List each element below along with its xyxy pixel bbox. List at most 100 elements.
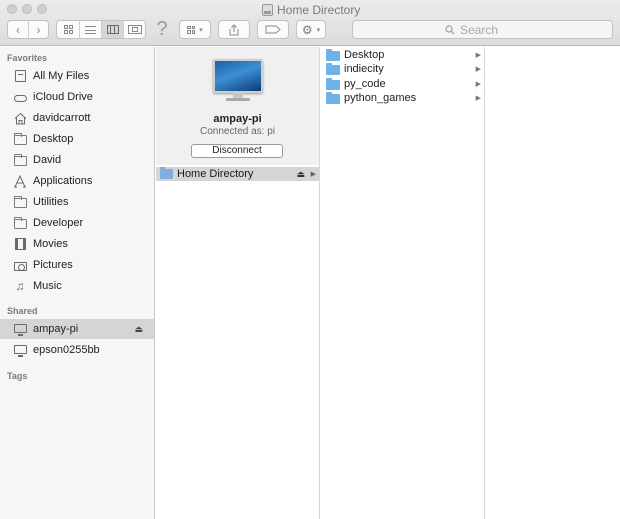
search-input[interactable] [460,22,520,37]
back-button[interactable]: ‹ [8,21,28,38]
sidebar-item-label: davidcarrott [33,112,91,124]
arrange-button[interactable]: ▾ [179,20,211,39]
window-title-text: Home Directory [277,3,361,17]
sidebar-item-label: Pictures [33,259,73,271]
eject-icon[interactable]: ⏏ [296,169,305,180]
sidebar-item-label: Movies [33,238,68,250]
home-icon [13,112,27,125]
network-drive-icon [262,4,273,16]
sidebar-item-label: Utilities [33,196,69,208]
folder-icon [326,62,340,75]
list-item[interactable]: python_games ▶ [321,91,484,105]
share-icon [229,23,239,35]
music-note-icon: ♫ [15,279,25,293]
folder-label: py_code [344,78,386,90]
home-folder-icon [160,167,173,179]
sidebar-item-epson0255bb[interactable]: epson0255bb [0,340,154,360]
sidebar-item-label: Desktop [33,133,74,145]
sidebar-item-pictures[interactable]: Pictures [0,255,154,275]
cover-flow-button[interactable] [123,21,145,38]
sidebar-item-label: Applications [33,175,93,187]
sidebar-item-label: David [33,154,62,166]
disclosure-arrow-icon: ▶ [475,52,481,59]
folder-icon [326,77,340,90]
search-icon [445,24,455,34]
sidebar-item-david[interactable]: David [0,150,154,170]
search-field[interactable] [352,20,613,39]
folder-icon [13,217,27,230]
tag-icon [265,25,281,34]
list-view-button[interactable] [79,21,101,38]
view-mode-group [56,20,146,39]
folder-label: Desktop [344,49,385,61]
list-item[interactable]: indiecity ▶ [321,62,484,76]
connection-status: Connected as: pi [199,126,276,137]
title-bar: Home Directory ‹ › ? ▾ ⚙ ▾ Search [0,0,620,46]
disclosure-arrow-icon: ▶ [475,81,481,88]
tags-header: Tags [7,371,28,381]
icon-grid-icon [63,25,73,34]
sidebar-item-label: All My Files [33,70,90,82]
share-row-home-directory[interactable]: Home Directory ⏏ ▶ [156,167,319,181]
chevron-down-icon: ▾ [316,26,321,34]
gear-icon: ⚙ [301,22,313,37]
list-item[interactable]: py_code ▶ [321,77,484,91]
disconnect-button[interactable]: Disconnect [191,144,283,158]
chevron-left-icon: ‹ [16,22,20,37]
sidebar-item-label: Developer [33,217,84,229]
folder-label: indiecity [344,63,384,75]
close-window-button[interactable] [7,4,17,14]
share-button[interactable] [218,20,250,39]
arrange-grid-icon [187,25,196,34]
empty-column [486,47,620,519]
all-files-icon [13,70,27,83]
monitor-icon [13,344,27,357]
sidebar-item-utilities[interactable]: Utilities [0,192,154,212]
eject-icon[interactable]: ⏏ [134,324,143,335]
server-info-panel: ampay-pi Connected as: pi Disconnect [156,47,319,165]
sidebar: Favorites All My Files iCloud Drive davi… [0,47,155,519]
applications-icon [13,174,27,188]
folder-icon [326,48,340,61]
sidebar-item-music[interactable]: ♫ Music [0,276,154,296]
folder-icon [13,154,27,167]
action-menu-button[interactable]: ⚙ ▾ [296,20,326,39]
forward-button[interactable]: › [28,21,48,38]
shared-header: Shared [7,306,38,316]
folder-column: Desktop ▶ indiecity ▶ py_code ▶ python_g… [321,47,485,519]
sidebar-item-label: iCloud Drive [33,91,93,103]
disclosure-arrow-icon: ▶ [310,171,316,178]
sidebar-item-label: ampay-pi [33,323,79,335]
server-monitor-icon [213,59,263,101]
list-icon [85,25,96,34]
sidebar-item-developer[interactable]: Developer [0,213,154,233]
window-title: Home Directory [262,2,360,18]
cover-flow-icon [127,25,142,34]
server-column: ampay-pi Connected as: pi Disconnect Hom… [156,47,320,519]
minimize-window-button[interactable] [22,4,32,14]
zoom-window-button[interactable] [37,4,47,14]
sidebar-item-applications[interactable]: Applications [0,171,154,191]
list-item[interactable]: Desktop ▶ [321,48,484,62]
sidebar-item-ampay-pi[interactable]: ampay-pi ⏏ [0,319,154,339]
monitor-icon [13,323,27,336]
sidebar-item-davidcarrott[interactable]: davidcarrott [0,108,154,128]
sidebar-item-desktop[interactable]: Desktop [0,129,154,149]
cloud-icon [13,91,27,104]
help-icon[interactable]: ? [154,18,170,40]
sidebar-item-label: Music [33,280,62,292]
sidebar-item-movies[interactable]: Movies [0,234,154,254]
share-label: Home Directory [177,168,254,180]
edit-tags-button[interactable] [257,20,289,39]
desktop-icon [13,133,27,146]
favorites-header: Favorites [7,53,48,63]
icon-view-button[interactable] [57,21,79,38]
folder-icon [13,196,27,209]
server-name: ampay-pi [213,113,262,125]
disclosure-arrow-icon: ▶ [475,95,481,102]
sidebar-item-label: epson0255bb [33,344,100,356]
column-view-button[interactable] [101,21,123,38]
chevron-down-icon: ▾ [199,26,203,34]
sidebar-item-icloud-drive[interactable]: iCloud Drive [0,87,154,107]
sidebar-item-all-my-files[interactable]: All My Files [0,66,154,86]
